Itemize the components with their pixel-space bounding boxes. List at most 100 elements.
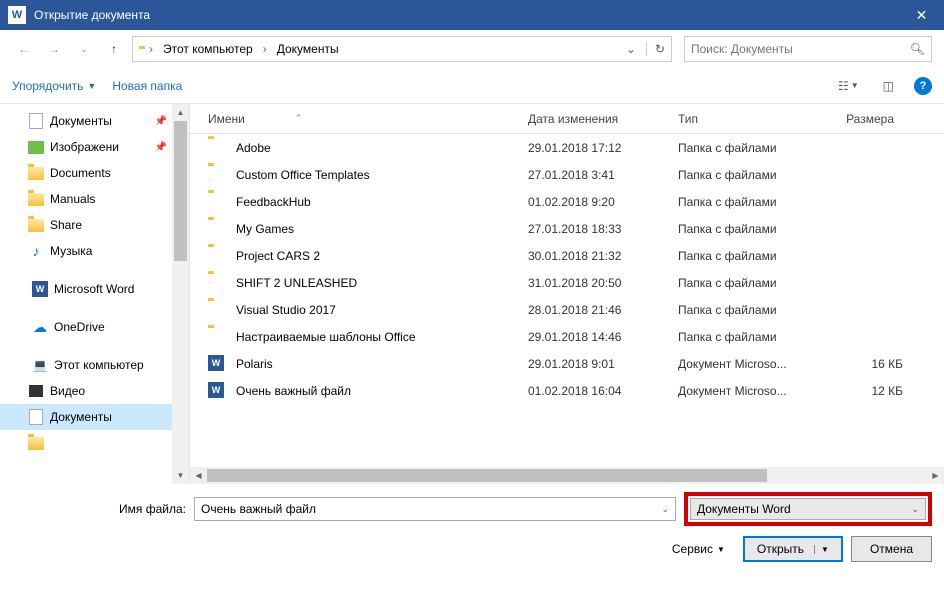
file-row[interactable]: Adobe29.01.2018 17:12Папка с файлами (190, 134, 944, 161)
file-type: Папка с файлами (678, 141, 823, 155)
tree-item-label: Share (50, 218, 82, 232)
sidebar-scrollbar[interactable]: ▲ ▼ (172, 104, 189, 484)
onedrive-icon: ☁ (32, 319, 48, 335)
close-button[interactable]: ✕ (899, 0, 944, 30)
back-button[interactable]: ← (12, 37, 36, 61)
tree-item[interactable]: Documents (0, 160, 173, 186)
chevron-down-icon[interactable]: ⌄ (661, 504, 669, 515)
file-date: 30.01.2018 21:32 (528, 249, 678, 263)
tree-item-documents[interactable]: Документы (0, 404, 173, 430)
column-type[interactable]: Тип (678, 112, 823, 126)
help-button[interactable]: ? (914, 77, 932, 95)
doc-icon (28, 409, 44, 425)
word-icon: W (32, 281, 48, 297)
search-icon[interactable]: 🔍︎ (910, 42, 925, 56)
toolbar: Упорядочить ▼ Новая папка ☷ ▼ ◫ ? (0, 68, 944, 104)
scroll-left-icon[interactable]: ◀ (190, 467, 207, 484)
search-input[interactable] (691, 42, 910, 56)
file-type: Папка с файлами (678, 303, 823, 317)
forward-button: → (42, 37, 66, 61)
column-name[interactable]: Имени (208, 112, 528, 126)
file-row[interactable]: Project CARS 230.01.2018 21:32Папка с фа… (190, 242, 944, 269)
address-dropdown[interactable]: ⌄ (622, 42, 640, 56)
file-name: SHIFT 2 UNLEASHED (236, 276, 528, 290)
open-split-dropdown[interactable]: ▼ (814, 545, 829, 554)
file-name: Adobe (236, 141, 528, 155)
tree-item-video[interactable]: Видео (0, 378, 173, 404)
file-type: Документ Microso... (678, 357, 823, 371)
tree-item-label: Microsoft Word (54, 282, 134, 296)
address-bar[interactable]: › Этот компьютер › Документы ⌄ ↻ (132, 36, 672, 62)
tree-item-label: Музыка (50, 244, 92, 258)
navigation-pane: Документы📌Изображени📌Documents Manuals Sha… (0, 104, 190, 484)
horizontal-scrollbar[interactable]: ◀ ▶ (190, 467, 944, 484)
file-name: Project CARS 2 (236, 249, 528, 263)
folder-icon (208, 328, 226, 346)
open-button[interactable]: Открыть▼ (743, 536, 843, 562)
file-row[interactable]: My Games27.01.2018 18:33Папка с файлами (190, 215, 944, 242)
organize-button[interactable]: Упорядочить ▼ (12, 79, 96, 93)
tools-button[interactable]: Сервис ▼ (672, 542, 725, 556)
new-folder-button[interactable]: Новая папка (112, 79, 182, 93)
file-date: 29.01.2018 17:12 (528, 141, 678, 155)
tree-item-word[interactable]: W Microsoft Word (0, 276, 173, 302)
file-size: 12 КБ (823, 384, 903, 398)
tree-item[interactable]: Share (0, 212, 173, 238)
tree-item-thispc[interactable]: 💻Этот компьютер (0, 352, 173, 378)
tree-item-label: Документы (50, 410, 112, 424)
doc-icon (28, 113, 44, 129)
file-row[interactable]: FeedbackHub01.02.2018 9:20Папка с файлам… (190, 188, 944, 215)
folder-icon (208, 247, 226, 265)
chevron-right-icon[interactable]: › (263, 42, 267, 56)
column-date[interactable]: Дата изменения (528, 112, 678, 126)
chevron-down-icon: ▼ (87, 81, 96, 91)
tree-item-onedrive[interactable]: ☁ OneDrive (0, 314, 173, 340)
scroll-down-icon[interactable]: ▼ (172, 467, 189, 484)
file-type: Папка с файлами (678, 222, 823, 236)
folder-icon (208, 139, 226, 157)
chevron-right-icon[interactable]: › (149, 42, 153, 56)
tree-item[interactable] (0, 430, 173, 456)
refresh-button[interactable]: ↻ (646, 42, 665, 56)
chevron-down-icon: ▼ (717, 545, 725, 554)
view-button[interactable]: ☷ ▼ (834, 77, 863, 95)
file-row[interactable]: Custom Office Templates27.01.2018 3:41Па… (190, 161, 944, 188)
scroll-up-icon[interactable]: ▲ (172, 104, 189, 121)
breadcrumb-documents[interactable]: Документы (277, 42, 339, 56)
file-type-filter[interactable]: Документы Word ⌄ (690, 498, 926, 520)
file-row[interactable]: WPolaris29.01.2018 9:01Документ Microso.… (190, 350, 944, 377)
file-row[interactable]: Visual Studio 201728.01.2018 21:46Папка … (190, 296, 944, 323)
chevron-down-icon[interactable]: ⌄ (911, 504, 919, 515)
folder-icon (28, 435, 44, 451)
column-headers: Имени Дата изменения Тип Размера (190, 104, 944, 134)
file-name: Очень важный файл (236, 384, 528, 398)
scroll-thumb[interactable] (207, 469, 767, 482)
filename-combo[interactable]: Очень важный файл ⌄ (194, 497, 676, 521)
cancel-button[interactable]: Отмена (851, 536, 932, 562)
tree-item[interactable]: Manuals (0, 186, 173, 212)
file-row[interactable]: WОчень важный файл01.02.2018 16:04Докуме… (190, 377, 944, 404)
column-size[interactable]: Размера (823, 112, 903, 126)
file-type: Папка с файлами (678, 330, 823, 344)
tree-item[interactable]: ♪Музыка (0, 238, 173, 264)
file-row[interactable]: Настраиваемые шаблоны Office29.01.2018 1… (190, 323, 944, 350)
file-row[interactable]: SHIFT 2 UNLEASHED31.01.2018 20:50Папка с… (190, 269, 944, 296)
folder-icon (208, 166, 226, 184)
tree-item-label: OneDrive (54, 320, 105, 334)
tree-item[interactable]: Изображени📌 (0, 134, 173, 160)
up-button[interactable]: ↑ (102, 37, 126, 61)
scroll-thumb[interactable] (174, 121, 187, 261)
file-type: Папка с файлами (678, 168, 823, 182)
tree-item-label: Manuals (50, 192, 95, 206)
recent-dropdown[interactable]: ⌄ (72, 37, 96, 61)
tree-item[interactable]: Документы📌 (0, 108, 173, 134)
file-name: My Games (236, 222, 528, 236)
scroll-right-icon[interactable]: ▶ (927, 467, 944, 484)
file-name: Visual Studio 2017 (236, 303, 528, 317)
breadcrumb-thispc[interactable]: Этот компьютер (163, 42, 253, 56)
filename-label: Имя файла: (12, 502, 186, 516)
file-type: Папка с файлами (678, 249, 823, 263)
search-box[interactable]: 🔍︎ (684, 36, 932, 62)
file-date: 28.01.2018 21:46 (528, 303, 678, 317)
preview-pane-button[interactable]: ◫ (879, 77, 898, 95)
